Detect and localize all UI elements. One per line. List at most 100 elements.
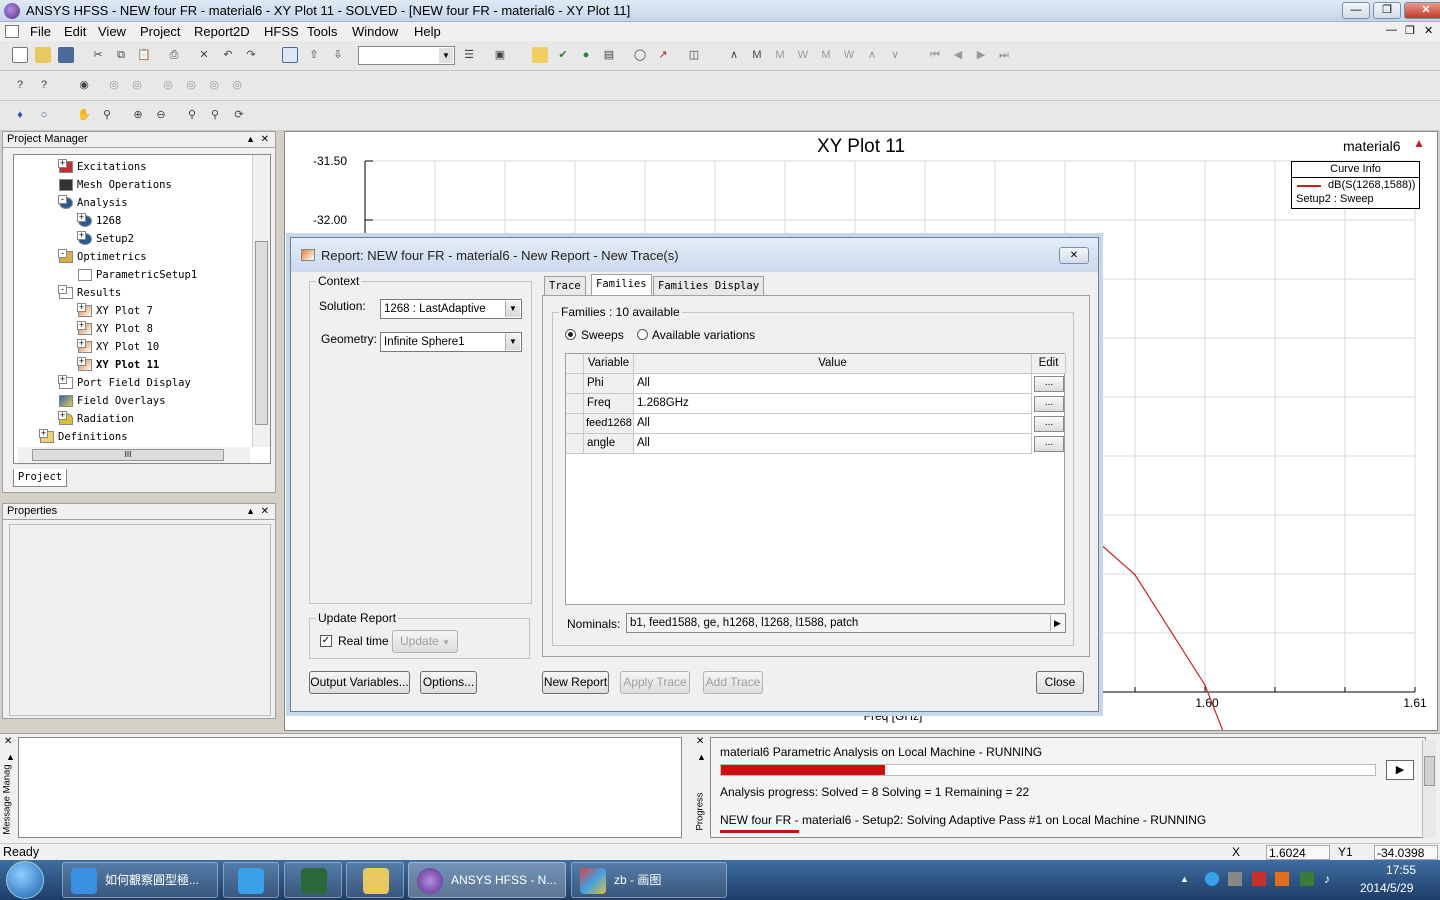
tree-item-radiation[interactable]: Radiation [59,410,134,428]
row-header[interactable] [566,414,584,434]
tree-item-xy-plot-10[interactable]: XY Plot 10 [78,338,159,356]
sweeps-radio[interactable] [565,329,576,340]
mdi-minimize-button[interactable]: — [1386,24,1397,36]
tree-item-field-overlays[interactable]: Field Overlays [59,392,166,410]
marker-4-icon[interactable]: W [795,47,811,63]
taskbar-item-monitor[interactable] [284,862,342,898]
row-header[interactable] [566,394,584,414]
taskbar-item-qq[interactable] [223,862,279,898]
progress-scroll-thumb[interactable] [1424,756,1435,786]
solution-select[interactable]: 1268 : LastAdaptive ▼ [380,299,522,319]
apply-trace-button[interactable]: Apply Trace [620,671,690,694]
marker-1-icon[interactable]: ∧ [726,47,742,63]
restore-button[interactable]: ❐ [1373,2,1401,19]
menu-window[interactable]: Window [352,24,398,39]
curve-info-legend[interactable]: Curve Info dB(S(1268,1588)) Setup2 : Swe… [1291,161,1420,209]
collapse-icon[interactable]: - [58,249,67,258]
menu-file[interactable]: File [30,24,51,39]
zoom-fit-icon[interactable]: ▣ [492,47,508,63]
menu-hfss[interactable]: HFSS [264,24,299,39]
print-icon[interactable]: ⎙ [166,47,182,63]
new-file-icon[interactable] [12,47,28,63]
expand-icon[interactable]: + [58,159,67,168]
tab-families-display[interactable]: Families Display [653,276,765,296]
view-3-icon[interactable]: ◎ [160,77,176,93]
collapse-icon[interactable]: - [58,195,67,204]
zoom-in-icon[interactable]: ⊕ [130,107,146,123]
view-1-icon[interactable]: ◎ [106,77,122,93]
fit-selection-icon[interactable]: ⚲ [207,107,223,123]
fit-all-icon[interactable]: ⚲ [184,107,200,123]
copy-icon[interactable]: ⧉ [113,47,129,63]
report-icon[interactable]: ↗ [655,47,671,63]
view-2-icon[interactable]: ◎ [129,77,145,93]
chevron-right-icon[interactable]: ▶ [1050,615,1064,631]
edit-button[interactable]: ... [1034,376,1064,392]
tab-trace[interactable]: Trace [544,276,586,296]
tree-hscrollbar[interactable]: III [18,447,250,463]
tab-project[interactable]: Project [13,469,67,487]
last-icon[interactable]: ⏭ [996,47,1012,63]
tree-item-xy-plot-8[interactable]: XY Plot 8 [78,320,153,338]
menu-help[interactable]: Help [414,24,441,39]
zoom-icon[interactable]: ⚲ [99,107,115,123]
tray-volume-icon[interactable]: ♪ [1324,872,1330,886]
tray-app-icon[interactable] [1275,872,1289,886]
panel-close-icon[interactable]: ✕ [696,736,704,747]
pin-icon[interactable]: ▲ [246,504,255,519]
geometry-select[interactable]: Infinite Sphere1 ▼ [380,332,522,352]
paste-icon[interactable]: 📋 [136,47,152,63]
view-5-icon[interactable]: ◎ [206,77,222,93]
toolbar-combo[interactable]: ▼ [358,46,455,65]
menu-edit[interactable]: Edit [64,24,86,39]
model-icon[interactable]: ♦ [12,107,28,123]
taskbar-item-explorer[interactable] [346,862,404,898]
menu-report2d[interactable]: Report2D [194,24,250,39]
nominals-field[interactable]: b1, feed1588, ge, h1268, l1268, l1588, p… [626,613,1066,633]
tray-battery-icon[interactable] [1300,872,1314,886]
panel-close-icon[interactable]: ✕ [4,736,12,747]
start-button[interactable] [6,861,44,899]
output-variables-button[interactable]: Output Variables... [309,671,410,694]
add-trace-button[interactable]: Add Trace [703,671,763,694]
tree-item-excitations[interactable]: Excitations [59,158,147,176]
realtime-checkbox[interactable]: ✓ [320,635,332,647]
redo-icon[interactable]: ↷ [243,47,259,63]
tray-network-icon[interactable] [1228,872,1242,886]
hierarchy-icon[interactable]: ☰ [461,47,477,63]
expand-icon[interactable]: + [77,213,86,222]
move-up-icon[interactable]: ⇧ [306,47,322,63]
row-header[interactable] [566,434,584,454]
message-list[interactable] [18,737,682,838]
tray-expand-icon[interactable]: ▲ [1180,874,1189,884]
next-icon[interactable]: ▶ [973,47,989,63]
save-icon[interactable] [58,47,74,63]
tree-hscroll-thumb[interactable]: III [32,449,224,461]
close-window-button[interactable]: ✕ [1404,2,1440,19]
tree-item-port-field-display[interactable]: Port Field Display [59,374,191,392]
tree-item-results[interactable]: Results [59,284,121,302]
new-report-button[interactable]: New Report [542,671,609,694]
marker-7-icon[interactable]: ∧ [864,47,880,63]
expand-icon[interactable]: + [77,321,86,330]
menu-tools[interactable]: Tools [307,24,337,39]
tray-qq-icon[interactable] [1205,872,1219,886]
marker-3-icon[interactable]: M [772,47,788,63]
field-icon[interactable]: ◯ [632,47,648,63]
view-6-icon[interactable]: ◎ [229,77,245,93]
marker-8-icon[interactable]: ∨ [887,47,903,63]
tree-item-xy-plot-11[interactable]: XY Plot 11 [78,356,159,374]
view-4-icon[interactable]: ◎ [183,77,199,93]
mdi-restore-button[interactable]: ❐ [1405,24,1415,37]
marker-2-icon[interactable]: M [749,47,765,63]
edit-button[interactable]: ... [1034,416,1064,432]
tree-item-xy-plot-7[interactable]: XY Plot 7 [78,302,153,320]
value-cell[interactable]: 1.268GHz [634,394,1032,414]
mdi-close-button[interactable]: ✕ [1424,24,1433,37]
taskbar-item-paint[interactable]: zb - 画图 [571,862,727,898]
play-icon[interactable]: ▶ [1386,760,1414,780]
expand-icon[interactable]: + [58,411,67,420]
collapse-icon[interactable]: - [58,285,67,294]
delete-icon[interactable]: ✕ [196,47,212,63]
eye-icon[interactable]: ◉ [76,77,92,93]
